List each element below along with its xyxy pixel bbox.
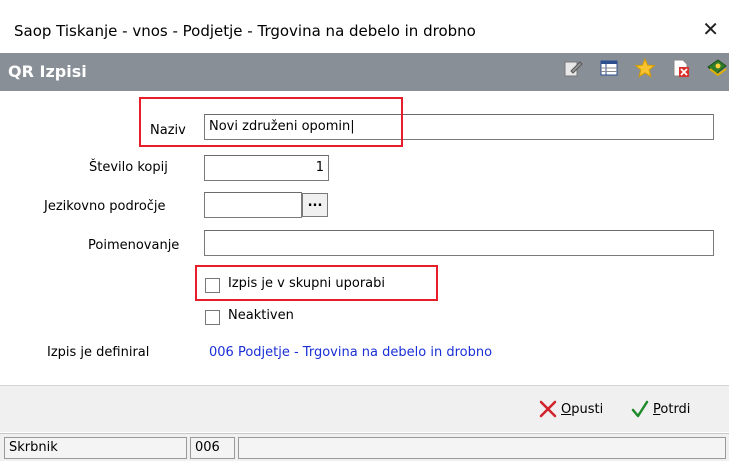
delete-doc-icon[interactable]: [669, 56, 693, 80]
neaktiven-checkbox[interactable]: [205, 310, 220, 325]
edit-icon[interactable]: [561, 56, 585, 80]
skupni-checkbox[interactable]: [205, 278, 220, 293]
cancel-x-icon: [539, 400, 557, 418]
table-icon[interactable]: [597, 56, 621, 80]
definiral-label: Izpis je definiral: [47, 345, 150, 360]
status-code: 006: [190, 437, 235, 459]
toolbar: [561, 56, 729, 80]
definiral-link[interactable]: 006 Podjetje - Trgovina na debelo in dro…: [209, 345, 492, 360]
skupni-label: Izpis je v skupni uporabi: [228, 276, 385, 291]
close-icon[interactable]: ✕: [702, 17, 719, 41]
poimenovanje-field[interactable]: [204, 230, 714, 256]
jezik-field[interactable]: [204, 192, 302, 218]
confirm-check-icon: [631, 400, 649, 418]
form-panel: Naziv Novi združeni opomin| Število kopi…: [0, 91, 729, 386]
opusti-button[interactable]: Opusti: [539, 400, 603, 418]
star-icon[interactable]: [633, 56, 657, 80]
jezik-lookup-button[interactable]: ...: [302, 193, 328, 217]
potrdi-button[interactable]: Potrdi: [631, 400, 690, 418]
potrdi-label: Potrdi: [653, 401, 691, 417]
text-cursor: |: [350, 119, 355, 134]
status-bar: Skrbnik 006: [0, 433, 729, 461]
section-title: QR Izpisi: [8, 62, 87, 81]
poimenovanje-label: Poimenovanje: [88, 238, 180, 253]
status-extra: [238, 437, 726, 459]
opusti-label: Opusti: [561, 401, 604, 417]
kopij-field[interactable]: 1: [204, 155, 329, 181]
naziv-field[interactable]: Novi združeni opomin|: [204, 114, 714, 140]
kopij-label: Število kopij: [89, 160, 168, 175]
neaktiven-label: Neaktiven: [228, 308, 294, 323]
jezik-label: Jezikovno področje: [44, 199, 166, 214]
naziv-label: Naziv: [150, 123, 186, 138]
window-titlebar: Saop Tiskanje - vnos - Podjetje - Trgovi…: [0, 0, 729, 50]
button-bar: Opusti Potrdi: [0, 386, 729, 432]
run-icon[interactable]: [705, 56, 729, 80]
status-user: Skrbnik: [4, 437, 187, 459]
window-title: Saop Tiskanje - vnos - Podjetje - Trgovi…: [14, 22, 476, 40]
naziv-value: Novi združeni opomin: [209, 119, 351, 134]
